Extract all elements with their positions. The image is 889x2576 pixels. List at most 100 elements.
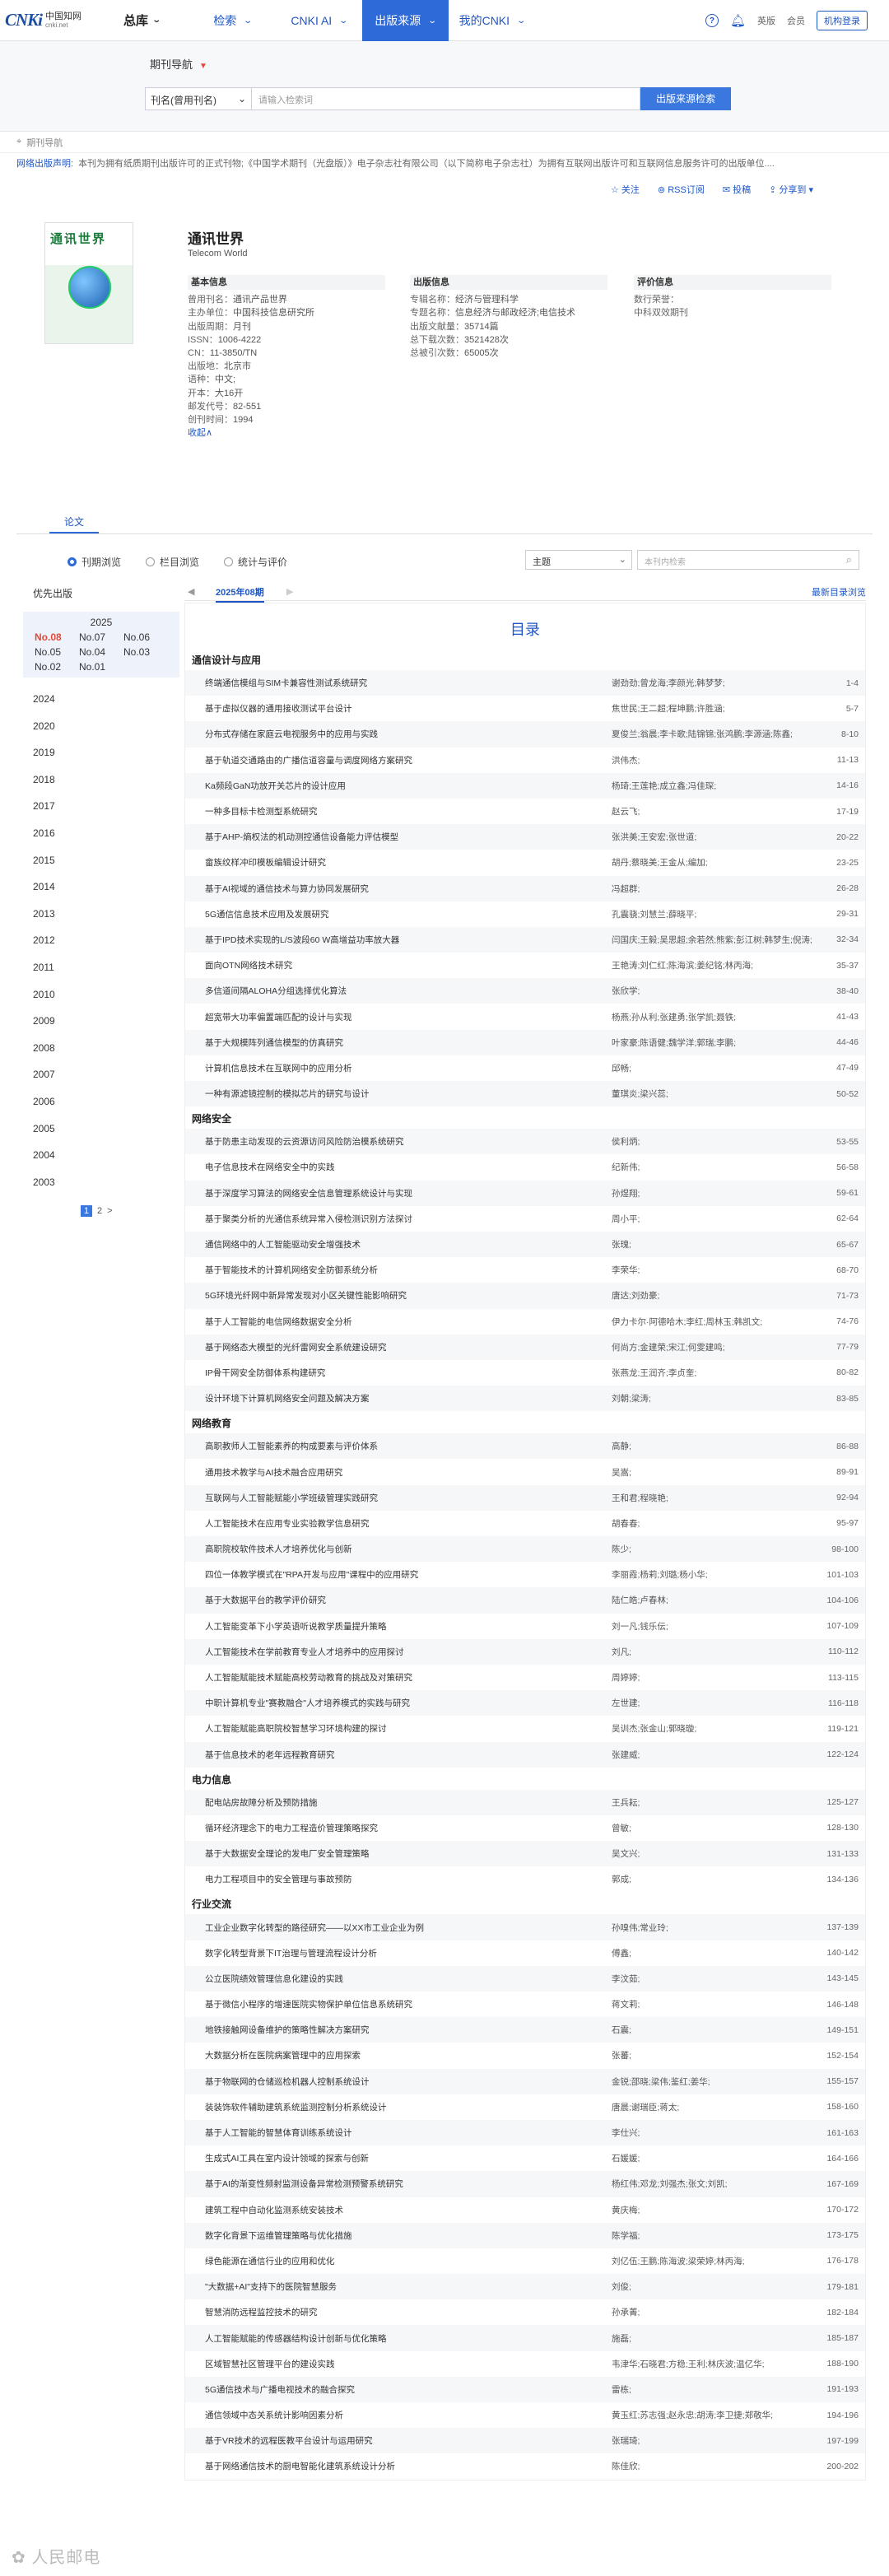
article-title[interactable]: 通用技术教学与AI技术融合应用研究 [205,1466,612,1479]
issue-item[interactable]: No.08 [35,631,79,643]
radio-1[interactable]: 栏目浏览 [146,555,199,569]
year-item[interactable]: 2018 [23,766,179,794]
article-title[interactable]: 人工智能技术在学前教育专业人才培养中的应用探讨 [205,1646,612,1658]
submit-button[interactable]: ✉ 投稿 [723,183,751,196]
login-button[interactable]: 机构登录 [817,11,868,30]
table-row[interactable]: 基于聚类分析的光通信系统异常入侵检测识别方法探讨 周小平; 62-64 [185,1205,865,1232]
year-item[interactable]: 2004 [23,1142,179,1169]
nav-item-1[interactable]: CNKI AI ⌄ [276,0,362,41]
article-title[interactable]: 5G环境光纤网中新异常发现对小区关键性能影响研究 [205,1289,612,1302]
table-row[interactable]: 建筑工程中自动化监测系统安装技术 黄庆梅; 170-172 [185,2196,865,2223]
year-item[interactable]: 2005 [23,1116,179,1143]
table-row[interactable]: 一种多目标卡检测型系统研究 赵云飞; 17-19 [185,798,865,825]
article-title[interactable]: 基于网络通信技术的厨电智能化建筑系统设计分析 [205,2460,612,2472]
year-item[interactable]: 2012 [23,927,179,954]
year-item[interactable]: 2024 [23,686,179,713]
issue-item[interactable]: No.05 [35,646,79,658]
article-title[interactable]: 5G通信信息技术应用及发展研究 [205,908,612,920]
table-row[interactable]: 大数据分析在医院病案管理中的应用探索 张蕃; 152-154 [185,2043,865,2069]
article-title[interactable]: 工业企业数字化转型的路径研究——以XX市工业企业为例 [205,1922,612,1934]
year-item[interactable]: 2016 [23,820,179,847]
article-title[interactable]: 大数据分析在医院病案管理中的应用探索 [205,2049,612,2061]
article-title[interactable]: 中职计算机专业"赛教融合"人才培养模式的实践与研究 [205,1697,612,1709]
bell-icon[interactable]: 🔔︎ [730,13,746,28]
issue-item[interactable]: No.02 [35,661,79,673]
article-title[interactable]: 基于AI视域的通信技术与算力协同发展研究 [205,883,612,895]
article-title[interactable]: 面向OTN网络技术研究 [205,959,612,971]
tab-papers[interactable]: 论文 [49,512,99,533]
table-row[interactable]: IP骨干网安全防御体系构建研究 张燕龙;王润齐;李贞奎; 80-82 [185,1359,865,1386]
article-title[interactable]: 配电站房故障分析及预防措施 [205,1796,612,1809]
table-row[interactable]: 终端通信模组与SIM卡兼容性测试系统研究 谢劲劲;曾龙海;李颜光;韩梦梦; 1-4 [185,670,865,696]
article-title[interactable]: 数字化转型背景下IT治理与管理流程设计分析 [205,1947,612,1959]
table-row[interactable]: 畲族纹样冲印模板编辑设计研究 胡丹;蔡晓美;王金从;编加; 23-25 [185,850,865,876]
table-row[interactable]: 5G环境光纤网中新异常发现对小区关键性能影响研究 唐达;刘劲豪; 71-73 [185,1283,865,1309]
table-row[interactable]: "大数据+AI"支持下的医院智慧服务 刘俊; 179-181 [185,2274,865,2300]
article-title[interactable]: "大数据+AI"支持下的医院智慧服务 [205,2280,612,2293]
year-item[interactable]: 2011 [23,954,179,981]
table-row[interactable]: 面向OTN网络技术研究 王艳涛;刘仁红;陈海滨;姜纪铭;林丙海; 35-37 [185,953,865,979]
article-title[interactable]: 通信领域中态关系统计影响因素分析 [205,2409,612,2421]
article-title[interactable]: 通信网络中的人工智能驱动安全增强技术 [205,1238,612,1251]
article-title[interactable]: 计算机信息技术在互联网中的应用分析 [205,1062,612,1074]
table-row[interactable]: 基于信息技术的老年远程教育研究 张建威; 122-124 [185,1741,865,1768]
help-icon[interactable]: ? [705,14,719,27]
article-title[interactable]: 地铁接触网设备维护的策略性解决方案研究 [205,2024,612,2036]
article-title[interactable]: 基于物联网的仓储巡检机器人控制系统设计 [205,2075,612,2088]
table-row[interactable]: 基于AHP-熵权法的机动测控通信设备能力评估模型 张洪美;王安宏;张世道; 20-2… [185,824,865,850]
article-title[interactable]: 基于智能技术的计算机网络安全防御系统分析 [205,1264,612,1276]
table-row[interactable]: 通信领域中态关系统计影响因素分析 黄玉红;苏志强;赵永忠;胡涛;李卫捷;郑敬华; 1… [185,2402,865,2429]
table-row[interactable]: 工业企业数字化转型的路径研究——以XX市工业企业为例 孙嗅伟;常业玲; 137-13… [185,1914,865,1940]
table-row[interactable]: 高职院校软件技术人才培养优化与创新 陈少; 98-100 [185,1536,865,1563]
table-row[interactable]: 区域智慧社区管理平台的建设实践 韦津华;石晓君;方稳;王利;林庆波;温亿华; 188… [185,2350,865,2377]
article-title[interactable]: 基于深度学习算法的网络安全信息管理系统设计与实现 [205,1187,612,1199]
article-title[interactable]: 高职教师人工智能素养的构成要素与评价体系 [205,1440,612,1452]
table-row[interactable]: 公立医院绩效管理信息化建设的实践 李汶茹; 143-145 [185,1965,865,1991]
current-year[interactable]: 2025 [23,617,179,628]
table-row[interactable]: 通用技术教学与AI技术融合应用研究 吴嵩; 89-91 [185,1459,865,1485]
share-button[interactable]: ⇪ 分享到 ▾ [769,183,813,196]
table-row[interactable]: Ka频段GaN功放开关芯片的设计应用 杨琦;王莲艳;成立鑫;冯佳琛; 14-16 [185,772,865,799]
issue-item[interactable]: No.06 [123,631,168,643]
article-title[interactable]: 基于网络态大模型的光纤雷网安全系统建设研究 [205,1341,612,1353]
table-row[interactable]: 通信网络中的人工智能驱动安全增强技术 张瑰; 65-67 [185,1231,865,1258]
in-journal-search[interactable]: 本刊内检索 ⌕ [637,550,859,570]
journal-nav-title[interactable]: 期刊导航 ▼ [150,56,207,72]
year-item[interactable]: 2003 [23,1169,179,1196]
page-0[interactable]: 1 [81,1205,92,1217]
table-row[interactable]: 装装饰软件辅助建筑系统监测控制分析系统设计 唐晨;谢瑞臣;蒋太; 158-160 [185,2094,865,2120]
priority-publish[interactable]: 优先出版 [23,583,179,603]
year-item[interactable]: 2013 [23,901,179,928]
article-title[interactable]: 基于人工智能的智慧体育训练系统设计 [205,2126,612,2139]
table-row[interactable]: 基于大数据平台的教学评价研究 陆仁皓;卢春林; 104-106 [185,1587,865,1614]
table-row[interactable]: 超宽带大功率偏置端匹配的设计与实现 杨燕;孙从利;张建勇;张学凯;聂铁; 41-43 [185,1004,865,1030]
table-row[interactable]: 基于微信小程序的增速医院实物保护单位信息系统研究 蒋文莉; 146-148 [185,1991,865,2018]
article-title[interactable]: 公立医院绩效管理信息化建设的实践 [205,1973,612,1985]
year-item[interactable]: 2007 [23,1061,179,1088]
article-title[interactable]: 四位一体教学模式在"RPA开发与应用"课程中的应用研究 [205,1568,612,1581]
table-row[interactable]: 基于VR技术的远程医教平台设计与运用研究 张瑞琦; 197-199 [185,2428,865,2454]
year-item[interactable]: 2014 [23,873,179,901]
notice-text[interactable]: 本刊为拥有纸质期刊出版许可的正式刊物;《中国学术期刊（光盘版）》电子杂志社有限公… [78,156,775,170]
next-issue-icon[interactable]: ▶ [286,586,293,597]
issue-item[interactable]: No.01 [79,661,123,673]
table-row[interactable]: 人工智能赋能技术赋能高校劳动教育的挑战及对策研究 周婷婷; 113-115 [185,1664,865,1691]
table-row[interactable]: 电力工程项目中的安全管理与事故预防 郭成; 134-136 [185,1866,865,1893]
year-item[interactable]: 2017 [23,793,179,820]
table-row[interactable]: 人工智能赋能高职院校智慧学习环境构建的探讨 吴训杰;张金山;郭晓璇; 119-121 [185,1716,865,1742]
rss-button[interactable]: ⊚ RSS订阅 [658,183,705,196]
article-title[interactable]: 终端通信模组与SIM卡兼容性测试系统研究 [205,677,612,689]
article-title[interactable]: 人工智能赋能高职院校智慧学习环境构建的探讨 [205,1722,612,1735]
article-title[interactable]: IP骨干网安全防御体系构建研究 [205,1367,612,1379]
table-row[interactable]: 基于网络态大模型的光纤雷网安全系统建设研究 何尚方;金建荣;宋江;何雯建鸣; 77-… [185,1334,865,1360]
article-title[interactable]: 基于人工智能的电信网络数据安全分析 [205,1316,612,1328]
article-title[interactable]: 设计环境下计算机网络安全问题及解决方案 [205,1392,612,1404]
year-item[interactable]: 2010 [23,981,179,1009]
article-title[interactable]: 一种有源滤镜控制的模拟芯片的研究与设计 [205,1088,612,1100]
table-row[interactable]: 人工智能技术在应用专业实验教学信息研究 胡春春; 95-97 [185,1510,865,1536]
article-title[interactable]: 基于虚拟仪器的通用接收测试平台设计 [205,702,612,715]
article-title[interactable]: 区域智慧社区管理平台的建设实践 [205,2358,612,2370]
article-title[interactable]: 基于轨道交通路由的广播信道容量与调度网络方案研究 [205,754,612,766]
article-title[interactable]: 装装饰软件辅助建筑系统监测控制分析系统设计 [205,2101,612,2113]
table-row[interactable]: 计算机信息技术在互联网中的应用分析 邱畅; 47-49 [185,1055,865,1081]
